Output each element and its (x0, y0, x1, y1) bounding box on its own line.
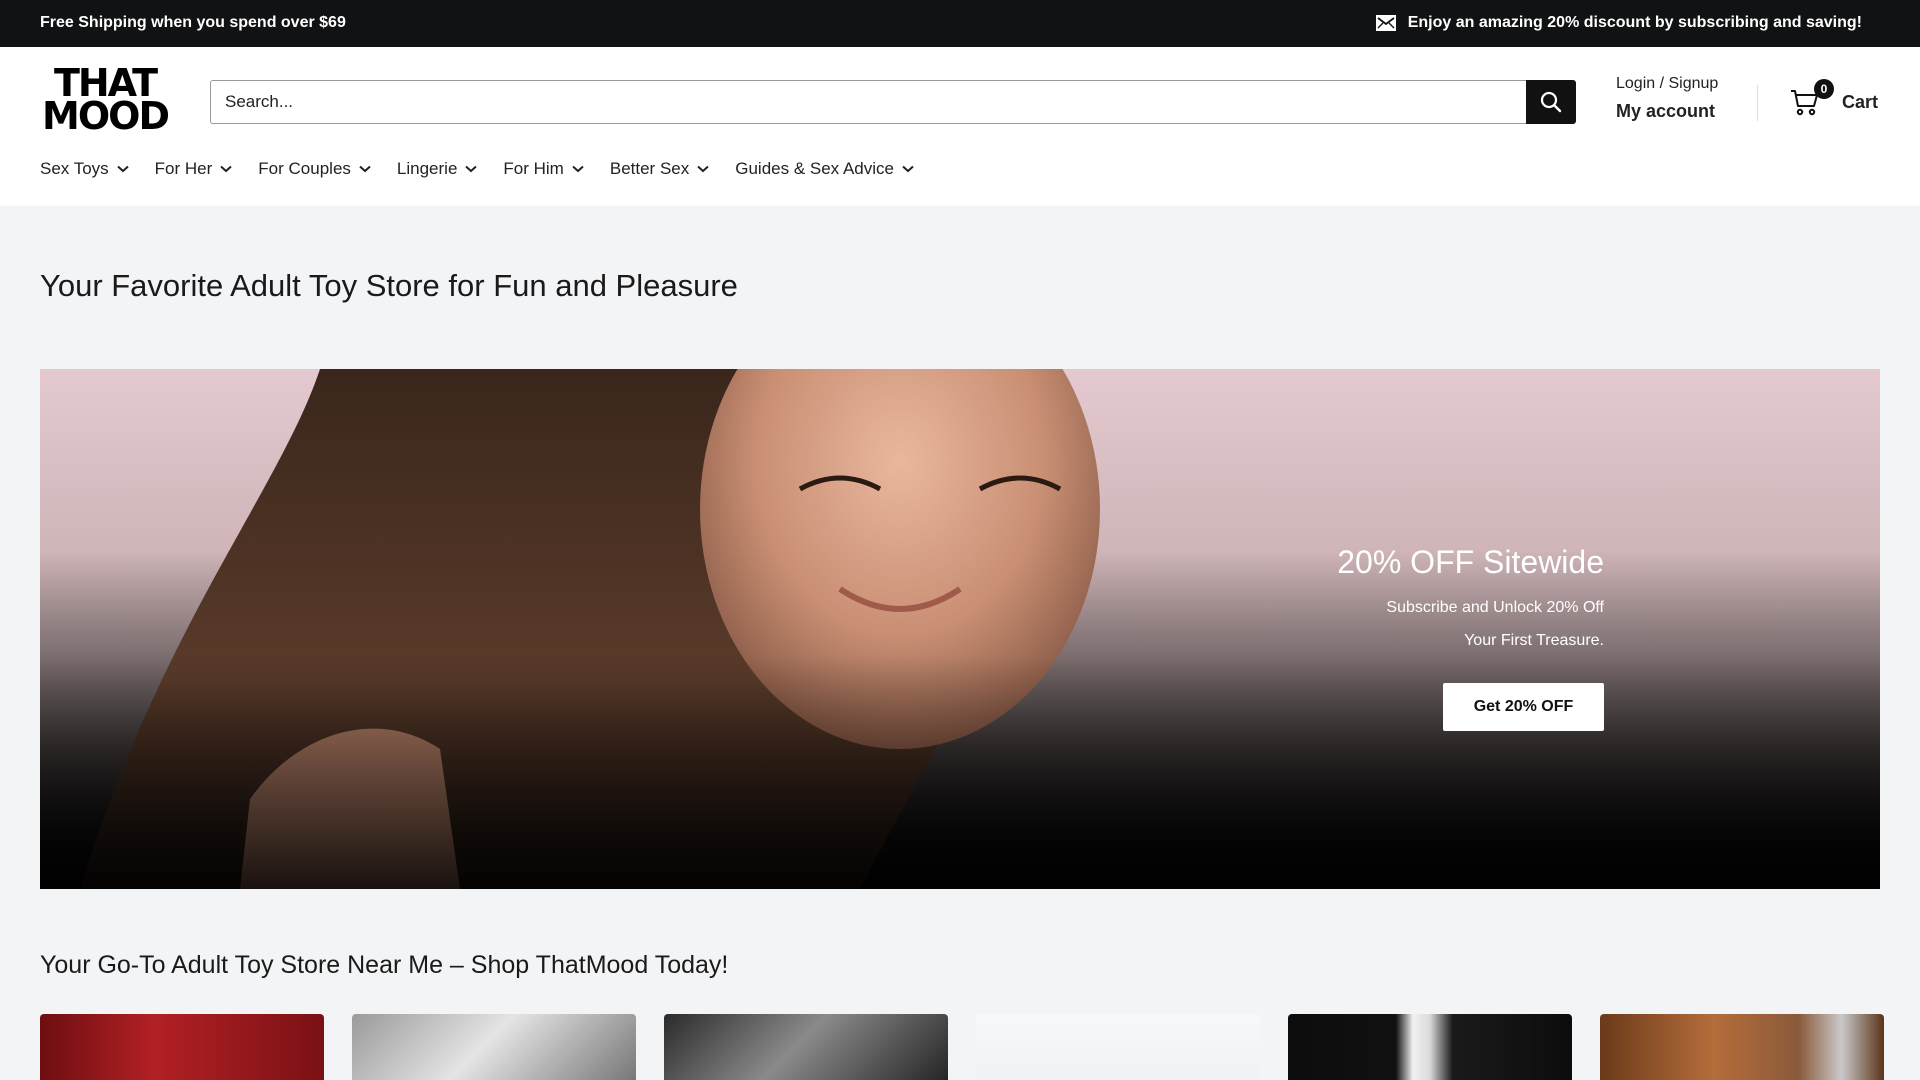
login-signup-link[interactable]: Login / Signup (1616, 75, 1718, 93)
chevron-down-icon (465, 165, 478, 173)
hero-title: 20% OFF Sitewide (1337, 544, 1604, 580)
mail-icon (1375, 15, 1396, 31)
cart-label: Cart (1842, 91, 1879, 112)
site-logo[interactable]: THAT MOOD (40, 64, 170, 138)
chevron-down-icon (697, 165, 709, 173)
discount-announcement[interactable]: Enjoy an amazing 20% discount by subscri… (1375, 14, 1862, 32)
category-card[interactable] (1600, 1014, 1884, 1080)
chevron-down-icon (572, 165, 584, 173)
hero-banner[interactable]: 20% OFF Sitewide Subscribe and Unlock 20… (40, 369, 1880, 889)
account-links: Login / Signup My account (1616, 75, 1718, 122)
cart-button[interactable]: 0 Cart (1790, 79, 1879, 117)
search-icon (1540, 91, 1562, 113)
main-nav: Sex Toys For Her For Couples Lingerie Fo… (40, 159, 914, 179)
chevron-down-icon (902, 165, 914, 173)
category-cards (40, 1014, 1884, 1080)
hero-copy: 20% OFF Sitewide Subscribe and Unlock 20… (1337, 544, 1604, 657)
announcement-bar: Free Shipping when you spend over $69 En… (0, 0, 1920, 47)
search-input[interactable] (210, 80, 1526, 124)
chevron-down-icon (117, 165, 129, 173)
nav-item-for-her[interactable]: For Her (155, 159, 233, 179)
nav-item-label: For Her (154, 159, 213, 178)
chevron-down-icon (220, 165, 232, 173)
nav-item-sex-toys[interactable]: Sex Toys (40, 159, 129, 179)
hero-subtitle-line-2: Your First Treasure. (1464, 632, 1604, 649)
category-card[interactable] (664, 1014, 948, 1080)
search-bar (210, 80, 1576, 124)
my-account-link[interactable]: My account (1616, 101, 1718, 122)
cart-icon-wrapper: 0 (1790, 79, 1834, 117)
nav-item-label: Guides & Sex Advice (735, 159, 894, 178)
category-card[interactable] (40, 1014, 324, 1080)
nav-item-label: Better Sex (609, 159, 690, 178)
nav-item-label: For Couples (258, 159, 351, 178)
category-card[interactable] (976, 1014, 1260, 1080)
hero-image (40, 369, 1880, 889)
free-shipping-text: Free Shipping when you spend over $69 (40, 14, 346, 31)
chevron-down-icon (359, 165, 371, 173)
nav-item-lingerie[interactable]: Lingerie (397, 159, 478, 179)
nav-item-for-couples[interactable]: For Couples (258, 159, 371, 179)
page-title: Your Favorite Adult Toy Store for Fun an… (40, 268, 738, 303)
nav-item-guides[interactable]: Guides & Sex Advice (735, 159, 914, 179)
category-card[interactable] (352, 1014, 636, 1080)
section-title: Your Go-To Adult Toy Store Near Me – Sho… (40, 951, 729, 979)
header-divider (1757, 85, 1758, 121)
discount-text: Enjoy an amazing 20% discount by subscri… (1407, 14, 1862, 31)
search-button[interactable] (1526, 80, 1576, 124)
nav-item-label: For Him (503, 159, 564, 178)
cart-count-badge: 0 (1814, 79, 1834, 99)
category-card[interactable] (1288, 1014, 1572, 1080)
hero-subtitle-line-1: Subscribe and Unlock 20% Off (1386, 599, 1604, 616)
nav-item-label: Lingerie (396, 159, 458, 178)
site-header: THAT MOOD Login / Signup My account 0 Ca… (0, 47, 1920, 206)
nav-item-label: Sex Toys (40, 159, 109, 178)
get-discount-button[interactable]: Get 20% OFF (1443, 683, 1604, 731)
nav-item-better-sex[interactable]: Better Sex (610, 159, 709, 179)
logo-line-2: MOOD (42, 94, 170, 138)
nav-item-for-him[interactable]: For Him (503, 159, 584, 179)
